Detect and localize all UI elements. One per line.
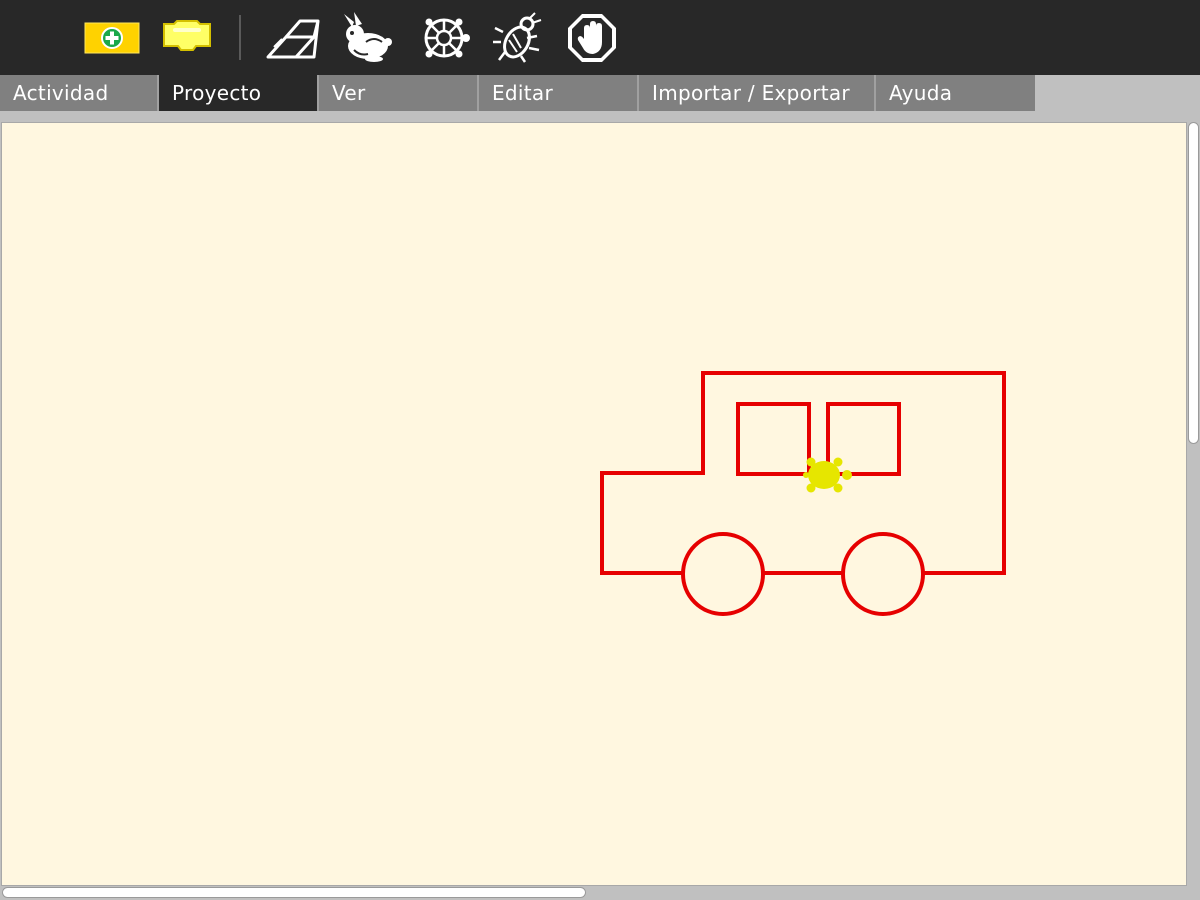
tab-actividad[interactable]: Actividad <box>0 75 159 111</box>
turtle-sprite <box>803 457 852 493</box>
stop-hand-icon <box>568 14 616 62</box>
run-fast-button[interactable] <box>340 12 396 64</box>
drawing-canvas[interactable] <box>1 122 1187 886</box>
tab-ver[interactable]: Ver <box>319 75 479 111</box>
tab-ayuda[interactable]: Ayuda <box>876 75 1035 111</box>
palette-button[interactable] <box>159 12 215 64</box>
tab-bar: Actividad Proyecto Ver Editar Importar /… <box>0 75 1200 111</box>
horizontal-scroll-thumb[interactable] <box>2 887 586 898</box>
horizontal-scrollbar[interactable] <box>0 886 1187 900</box>
main-toolbar <box>0 0 1200 75</box>
canvas-area <box>0 120 1200 900</box>
tab-proyecto[interactable]: Proyecto <box>159 75 319 111</box>
car-wheel-right <box>841 532 925 616</box>
run-slow-button[interactable] <box>416 12 472 64</box>
turtle-drawing <box>600 371 1006 616</box>
stop-button[interactable] <box>564 12 620 64</box>
vertical-scrollbar[interactable] <box>1187 120 1200 900</box>
clear-button[interactable] <box>264 12 320 64</box>
toolbar-separator <box>239 15 241 60</box>
car-wheel-left <box>681 532 765 616</box>
rabbit-icon <box>344 12 392 62</box>
tab-editar[interactable]: Editar <box>479 75 639 111</box>
vertical-scroll-thumb[interactable] <box>1188 122 1199 444</box>
car-window-left <box>736 402 811 476</box>
eraser-icon <box>266 19 320 59</box>
turtle-icon <box>424 18 470 58</box>
new-project-icon <box>84 22 140 54</box>
tab-importar-exportar[interactable]: Importar / Exportar <box>639 75 876 111</box>
bug-icon <box>493 12 542 63</box>
new-project-button[interactable] <box>84 12 140 64</box>
debug-button[interactable] <box>491 12 547 64</box>
block-palette-icon <box>163 20 211 51</box>
